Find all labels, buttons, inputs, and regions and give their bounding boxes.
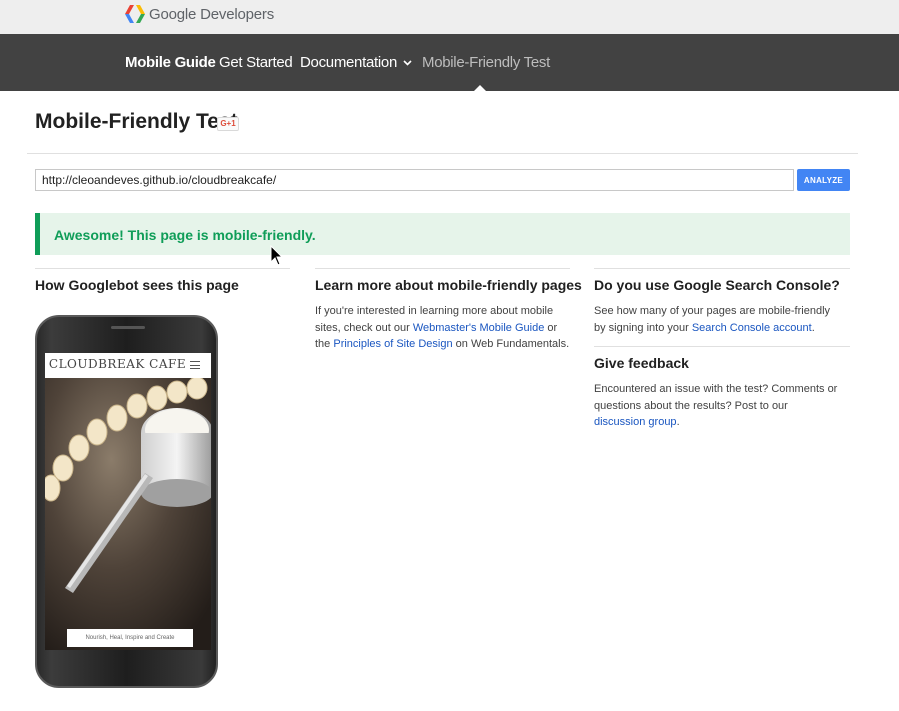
nav-item-get-started[interactable]: Get Started — [219, 54, 293, 71]
learn-more-heading: Learn more about mobile-friendly pages — [315, 277, 582, 293]
site-tagline: Nourish, Heal, Inspire and Create — [67, 629, 193, 647]
mouse-cursor-icon — [270, 245, 284, 266]
divider — [27, 153, 858, 154]
nav-item-documentation[interactable]: Documentation — [300, 54, 412, 71]
search-console-heading: Do you use Google Search Console? — [594, 277, 840, 293]
feedback-text-2: . — [676, 416, 680, 428]
nav-item-mobile-friendly-test[interactable]: Mobile-Friendly Test — [422, 54, 550, 71]
top-bar: Google Developers — [0, 0, 899, 34]
column-divider — [594, 346, 850, 347]
chevron-down-icon — [403, 60, 412, 66]
page-title: Mobile-Friendly Test — [35, 110, 238, 133]
google-developers-logo-icon — [125, 5, 145, 23]
feedback-text: Encountered an issue with the test? Comm… — [594, 381, 842, 431]
site-hero-image — [45, 376, 211, 650]
discussion-group-link[interactable]: discussion group — [594, 416, 677, 428]
nav-item-documentation-label: Documentation — [300, 54, 397, 71]
phone-speaker — [111, 326, 145, 329]
learn-more-text: If you're interested in learning more ab… — [315, 303, 575, 353]
active-nav-indicator — [474, 85, 486, 91]
result-message: Awesome! This page is mobile-friendly. — [54, 227, 316, 243]
feedback-text-1: Encountered an issue with the test? Comm… — [594, 383, 838, 412]
learn-text-3: on Web Fundamentals. — [452, 338, 570, 350]
site-design-link[interactable]: Principles of Site Design — [333, 338, 452, 350]
mobile-guide-link[interactable]: Webmaster's Mobile Guide — [413, 322, 545, 334]
main-nav: Mobile Guide Get Started Documentation M… — [0, 34, 899, 91]
googlebot-heading: How Googlebot sees this page — [35, 277, 239, 293]
search-console-link[interactable]: Search Console account — [692, 322, 812, 334]
result-banner: Awesome! This page is mobile-friendly. — [35, 213, 850, 255]
column-divider — [594, 268, 850, 269]
hero-photo — [45, 376, 211, 650]
search-console-text: See how many of your pages are mobile-fr… — [594, 303, 844, 336]
phone-screen: CLOUDBREAK CAFE Nourish, Heal, Inspire a… — [45, 353, 211, 650]
gplus-button[interactable]: G+1 — [217, 117, 239, 131]
google-developers-logo[interactable]: Google Developers — [125, 5, 274, 23]
console-text-2: . — [811, 321, 815, 334]
feedback-heading: Give feedback — [594, 355, 689, 371]
site-name: CLOUDBREAK CAFE — [48, 357, 187, 371]
brand-name: Google Developers — [149, 5, 275, 23]
hamburger-menu-icon — [190, 361, 200, 369]
site-header: CLOUDBREAK CAFE — [45, 353, 211, 378]
phone-preview: CLOUDBREAK CAFE Nourish, Heal, Inspire a… — [35, 315, 218, 688]
column-divider — [315, 268, 570, 269]
url-input[interactable] — [35, 169, 794, 191]
analyze-button[interactable]: ANALYZE — [797, 169, 850, 191]
column-divider — [35, 268, 290, 269]
nav-item-mobile-guide[interactable]: Mobile Guide — [125, 54, 216, 71]
